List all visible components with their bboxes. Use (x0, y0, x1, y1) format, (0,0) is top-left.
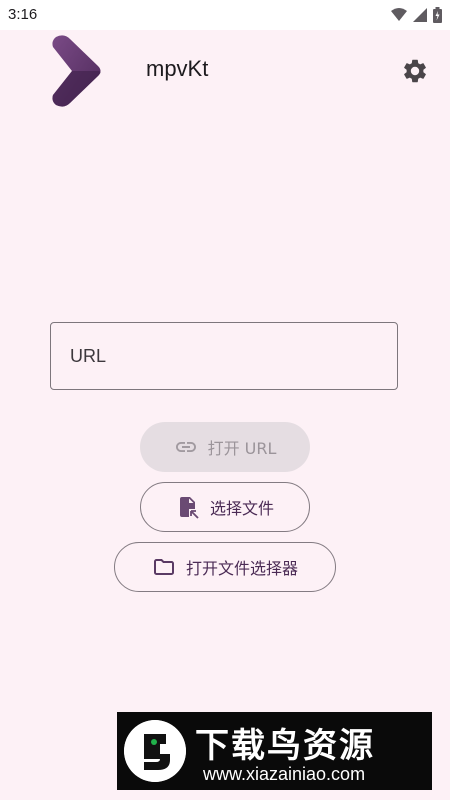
open-file-picker-label: 打开文件选择器 (185, 559, 298, 578)
link-icon (174, 435, 198, 459)
watermark-title: 下载鸟资源 (195, 726, 375, 766)
battery-icon (433, 7, 442, 23)
pick-file-label: 选择文件 (209, 499, 274, 518)
open-file-picker-button[interactable]: 打开文件选择器 (114, 542, 336, 592)
status-icons (391, 7, 442, 23)
file-select-icon (176, 495, 200, 519)
app-title: mpvKt (146, 56, 209, 81)
gear-icon[interactable] (401, 57, 429, 85)
watermark-url: www.xiazainiao.com (203, 764, 366, 784)
signal-icon (413, 8, 427, 22)
wifi-icon (391, 8, 407, 21)
folder-icon (152, 555, 176, 579)
open-url-label: 打开 URL (207, 439, 277, 458)
url-input-placeholder: URL (70, 346, 107, 366)
status-bar: 3:16 (0, 0, 450, 30)
url-input[interactable]: URL (50, 322, 398, 390)
mpvkt-logo (52, 35, 101, 107)
app-bar: mpvKt (0, 30, 450, 110)
pick-file-button[interactable]: 选择文件 (140, 482, 310, 532)
watermark: 下载鸟资源 www.xiazainiao.com (117, 712, 432, 790)
watermark-logo (124, 720, 186, 782)
status-time: 3:16 (8, 6, 38, 23)
open-url-button[interactable]: 打开 URL (140, 422, 310, 472)
